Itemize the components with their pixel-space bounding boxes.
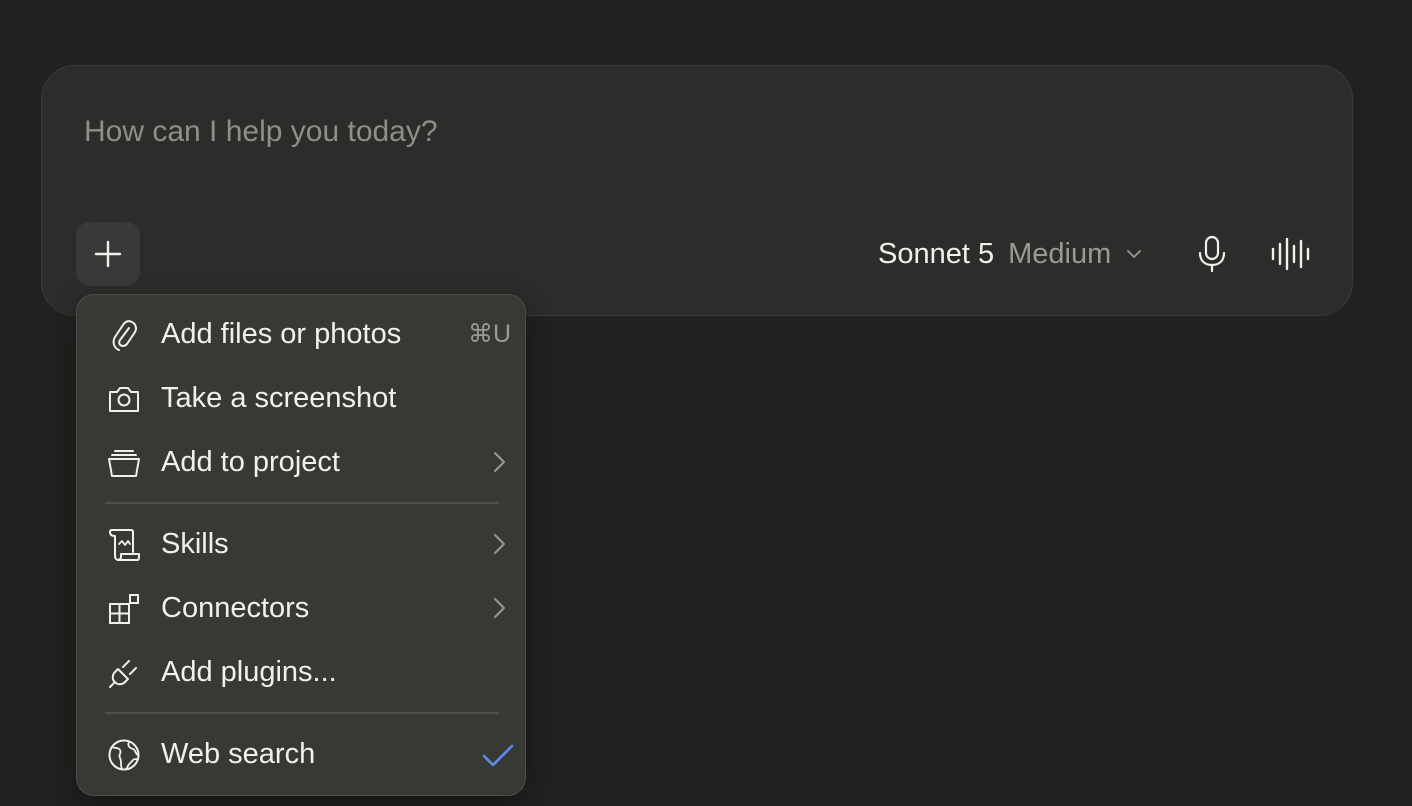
menu-item-web-search[interactable]: Web search xyxy=(91,725,514,783)
menu-item-connectors[interactable]: Connectors xyxy=(91,579,511,637)
chevron-right-icon xyxy=(494,598,505,618)
prompt-input[interactable] xyxy=(84,110,1284,154)
menu-item-take-screenshot[interactable]: Take a screenshot xyxy=(91,369,511,427)
menu-item-label: Add files or photos xyxy=(161,317,402,350)
chevron-down-icon xyxy=(1127,250,1142,258)
voice-mode-button[interactable] xyxy=(1268,232,1316,276)
microphone-button[interactable] xyxy=(1190,232,1234,276)
model-name: Sonnet 5 xyxy=(878,237,995,270)
menu-item-label: Take a screenshot xyxy=(161,381,397,414)
plug-icon xyxy=(107,656,141,690)
keyboard-shortcut: ⌘U xyxy=(467,320,511,348)
checkmark-icon xyxy=(482,744,514,767)
menu-item-add-plugins[interactable]: Add plugins... xyxy=(91,643,511,701)
globe-icon xyxy=(107,738,141,772)
scroll-icon xyxy=(107,528,141,562)
project-tray-icon xyxy=(107,446,141,480)
menu-item-label: Add to project xyxy=(161,445,340,478)
menu-item-label: Web search xyxy=(161,737,316,770)
connectors-grid-icon xyxy=(107,592,141,626)
chevron-right-icon xyxy=(494,534,505,554)
menu-item-skills[interactable]: Skills xyxy=(91,515,511,573)
menu-item-label: Skills xyxy=(161,527,229,560)
model-selector[interactable]: Sonnet 5 Medium xyxy=(878,232,1143,276)
plus-icon xyxy=(94,240,122,268)
add-content-button[interactable] xyxy=(76,222,140,286)
menu-item-label: Connectors xyxy=(161,591,310,624)
model-effort: Medium xyxy=(1008,237,1112,270)
add-content-menu: Add files or photos ⌘U Take a screenshot… xyxy=(76,294,526,796)
camera-icon xyxy=(107,382,141,416)
microphone-icon xyxy=(1198,235,1226,273)
composer: Sonnet 5 Medium xyxy=(41,65,1353,316)
menu-divider xyxy=(105,712,499,714)
chevron-right-icon xyxy=(494,452,505,472)
menu-item-add-to-project[interactable]: Add to project xyxy=(91,433,511,491)
menu-item-label: Add plugins... xyxy=(161,655,337,688)
menu-item-add-files[interactable]: Add files or photos ⌘U xyxy=(91,305,511,363)
menu-divider xyxy=(105,502,499,504)
audio-waveform-icon xyxy=(1271,237,1310,271)
paperclip-icon xyxy=(107,318,141,352)
